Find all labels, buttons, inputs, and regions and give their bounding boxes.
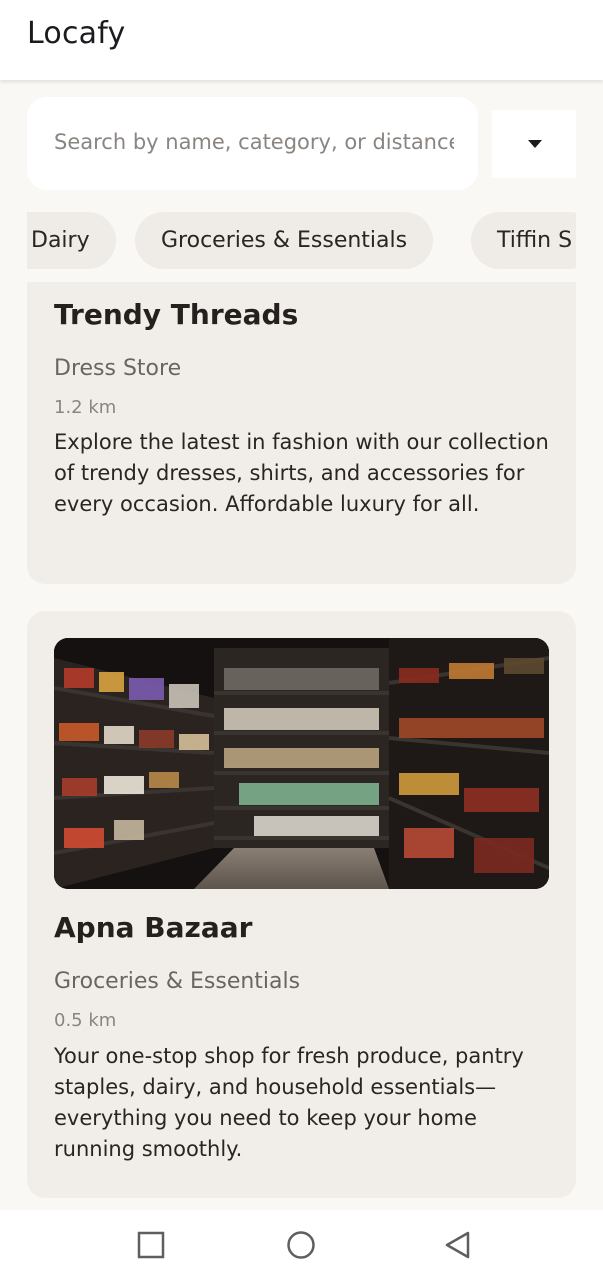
- store-distance: 0.5 km: [54, 1010, 117, 1031]
- system-navigation-bar: [0, 1210, 603, 1280]
- app-bar: Locafy: [0, 0, 603, 80]
- store-card[interactable]: Trendy Threads Dress Store 1.2 km Explor…: [27, 282, 576, 584]
- triangle-back-icon[interactable]: [443, 1230, 473, 1260]
- search-input[interactable]: Search by name, category, or distance: [27, 97, 478, 190]
- category-chip-dairy[interactable]: Dairy: [27, 212, 116, 269]
- category-chip-groceries[interactable]: Groceries & Essentials: [135, 212, 434, 269]
- store-description: Explore the latest in fashion with our c…: [54, 430, 549, 516]
- store-image: [54, 638, 549, 889]
- store-distance: 1.2 km: [54, 397, 117, 418]
- filter-dropdown-button[interactable]: [492, 110, 576, 178]
- store-category: Dress Store: [54, 356, 182, 381]
- square-icon[interactable]: [136, 1230, 166, 1260]
- store-card[interactable]: Apna Bazaar Groceries & Essentials 0.5 k…: [27, 611, 576, 1198]
- category-chip-list[interactable]: Dairy Groceries & Essentials Tiffin S: [27, 212, 576, 270]
- app-title: Locafy: [27, 16, 126, 51]
- store-category: Groceries & Essentials: [54, 969, 301, 994]
- store-name: Trendy Threads: [54, 298, 299, 331]
- search-placeholder: Search by name, category, or distance: [54, 130, 454, 154]
- circle-icon[interactable]: [286, 1230, 316, 1260]
- grocery-aisle-image: [54, 638, 549, 889]
- main-content[interactable]: Search by name, category, or distance Da…: [0, 80, 603, 1210]
- chevron-down-icon: [528, 140, 542, 148]
- category-chip-tiffin[interactable]: Tiffin S: [471, 212, 576, 269]
- store-name: Apna Bazaar: [54, 911, 253, 944]
- store-description: Your one-stop shop for fresh produce, pa…: [54, 1044, 524, 1161]
